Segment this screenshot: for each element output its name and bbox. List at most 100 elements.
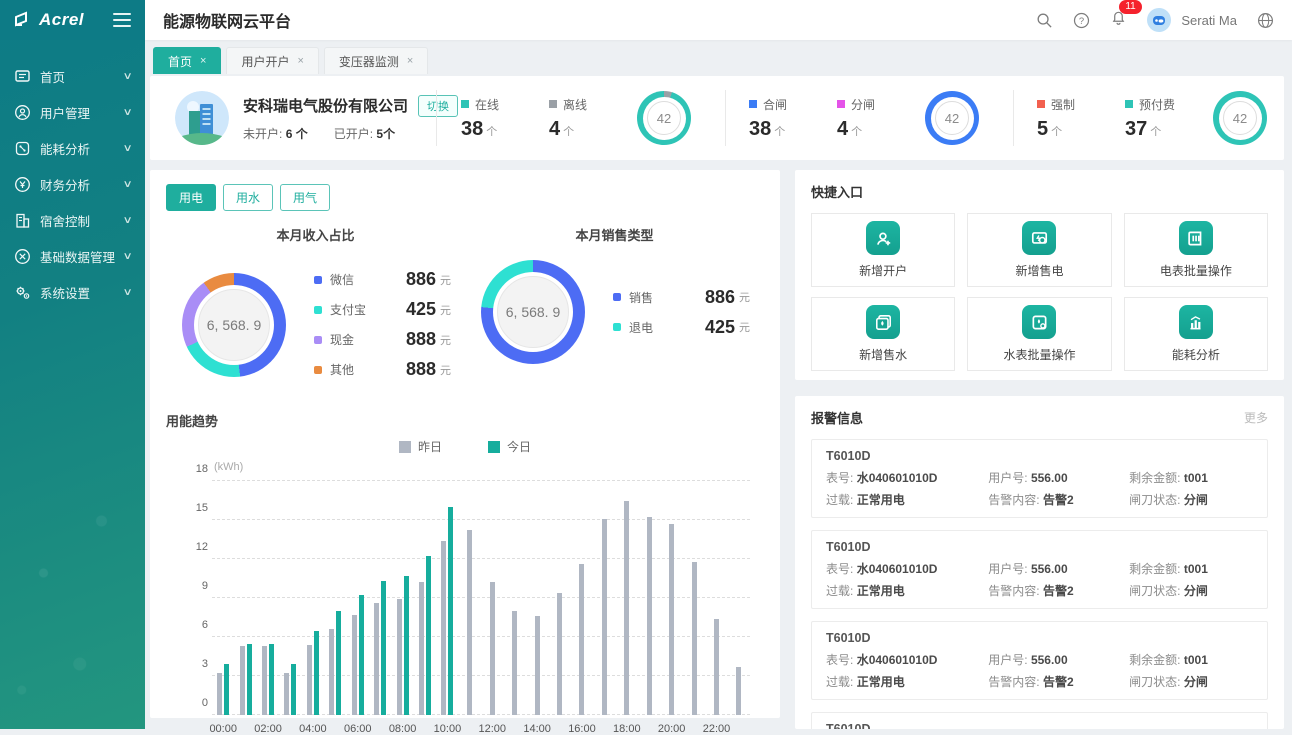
tab-1[interactable]: 首页× [153, 47, 221, 74]
sidebar-item-5[interactable]: 宿舍控制∨ [0, 202, 145, 238]
bar-yesterday [736, 667, 741, 715]
y-tick-label: 12 [188, 541, 208, 553]
legend-unit: 元 [440, 332, 451, 348]
y-tick-label: 0 [188, 697, 208, 709]
notifications-button[interactable]: 11 [1110, 9, 1127, 31]
x-tick-label: 18:00 [613, 723, 641, 735]
legend-square-icon [314, 276, 322, 284]
tab-3[interactable]: 变压器监测× [324, 47, 428, 74]
bar-yesterday [512, 611, 517, 715]
x-tick-label: 08:00 [389, 723, 417, 735]
chevron-down-icon: ∨ [122, 179, 132, 190]
bar-group-15:00 [548, 481, 570, 715]
alarm-item-1[interactable]: T6010D表号: 水040601010D用户号: 556.00剩余金额: t0… [811, 439, 1268, 518]
sidebar-item-4[interactable]: 财务分析∨ [0, 166, 145, 202]
bar-yesterday [307, 645, 312, 715]
help-icon[interactable]: ? [1073, 12, 1090, 29]
x-tick-label: 04:00 [299, 723, 327, 735]
alarm-field-label: 表号: [826, 562, 853, 576]
y-tick-label: 3 [188, 658, 208, 670]
topbar: 能源物联网云平台 ? 11 Serati Ma [145, 0, 1292, 40]
stat-label-text: 合闸 [763, 96, 787, 113]
base-data-icon [14, 248, 31, 265]
stat-label-text: 离线 [563, 96, 587, 113]
stat-label: 在线 [461, 96, 549, 113]
username[interactable]: Serati Ma [1181, 13, 1237, 28]
alarm-item-2[interactable]: T6010D表号: 水040601010D用户号: 556.00剩余金额: t0… [811, 530, 1268, 609]
utility-pill-用电[interactable]: 用电 [166, 184, 216, 211]
svg-text:?: ? [1079, 15, 1084, 26]
bar-group-08:00: 08:00 [391, 481, 413, 715]
alarm-field: 用户号: 556.00 [988, 469, 1129, 486]
bar-yesterday [467, 530, 472, 715]
alarm-field-label: 过载: [826, 493, 853, 507]
sidebar-item-label: 基础数据管理 [40, 247, 124, 266]
quick-entry-新增售水[interactable]: 新增售水 [811, 297, 955, 371]
search-icon[interactable] [1036, 12, 1053, 29]
tab-close-icon[interactable]: × [200, 55, 206, 67]
stat-label: 合闸 [749, 96, 837, 113]
sidebar-header: Acrel [0, 0, 145, 40]
donut-center-value: 42 [647, 101, 681, 135]
sidebar-item-6[interactable]: 基础数据管理∨ [0, 238, 145, 274]
chevron-down-icon: ∨ [122, 287, 132, 298]
energy-analysis-icon [14, 140, 31, 157]
quick-entry-能耗分析[interactable]: 能耗分析 [1124, 297, 1268, 371]
avatar[interactable] [1147, 8, 1171, 32]
stat-label: 离线 [549, 96, 637, 113]
quick-entry-新增售电[interactable]: 新增售电 [967, 213, 1111, 287]
alarm-title: 报警信息 [811, 408, 863, 427]
legend-square-icon [749, 100, 757, 108]
bar-today [359, 595, 364, 715]
legend-name: 退电 [629, 319, 681, 336]
legend-unit: 元 [440, 362, 451, 378]
alarm-field-value: 水040601010D [857, 562, 938, 576]
menu-toggle-icon[interactable] [113, 9, 131, 31]
alarm-field-label: 剩余金额: [1129, 562, 1180, 576]
dormitory-control-icon [14, 212, 31, 229]
alarm-field: 剩余金额: t001 [1129, 469, 1253, 486]
sidebar-item-3[interactable]: 能耗分析∨ [0, 130, 145, 166]
legend-item: 退电425元 [613, 317, 750, 338]
quick-entry-电表批量操作[interactable]: 电表批量操作 [1124, 213, 1268, 287]
bar-group-00:00: 00:00 [212, 481, 234, 715]
stat-label-text: 预付费 [1139, 96, 1175, 113]
utility-pill-用气[interactable]: 用气 [280, 184, 330, 211]
user-management-icon [14, 104, 31, 121]
tab-2[interactable]: 用户开户× [226, 47, 318, 74]
tab-close-icon[interactable]: × [407, 55, 413, 67]
stat-label-text: 分闸 [851, 96, 875, 113]
stat-unit: 个 [774, 126, 785, 138]
globe-icon[interactable] [1257, 12, 1274, 29]
bar-today [314, 631, 319, 716]
x-tick-label: 22:00 [703, 723, 731, 735]
legend-item: 其他888元 [314, 359, 451, 380]
bar-today [291, 664, 296, 715]
bar-group-21:00 [683, 481, 705, 715]
legend-unit: 元 [739, 319, 750, 335]
bar-yesterday [669, 524, 674, 715]
alarm-field-label: 用户号: [988, 471, 1027, 485]
pie-chart-2: 本月销售类型6, 568. 9销售886元退电425元 [465, 225, 764, 389]
y-tick-label: 9 [188, 580, 208, 592]
sidebar-item-7[interactable]: 系统设置∨ [0, 274, 145, 310]
alarm-field: 剩余金额: t001 [1129, 651, 1253, 668]
alarm-field-label: 闸刀状态: [1129, 675, 1180, 689]
stat-分闸: 分闸4个 [837, 96, 925, 141]
alarm-item-4[interactable]: T6010D表号: 水040601010D用户号: 556.00剩余金额: t0… [811, 712, 1268, 729]
legend-item: 销售886元 [613, 287, 750, 308]
alarm-field: 过载: 正常用电 [826, 491, 988, 508]
alarm-field: 过载: 正常用电 [826, 673, 988, 690]
sidebar-item-1[interactable]: 首页∨ [0, 58, 145, 94]
tab-close-icon[interactable]: × [297, 55, 303, 67]
legend-square-icon [461, 100, 469, 108]
legend-value: 886 [382, 269, 436, 290]
utility-pill-用水[interactable]: 用水 [223, 184, 273, 211]
sidebar-item-2[interactable]: 用户管理∨ [0, 94, 145, 130]
alarm-more-link[interactable]: 更多 [1244, 409, 1268, 426]
quick-entry-title: 快捷入口 [811, 182, 1268, 201]
alarm-item-3[interactable]: T6010D表号: 水040601010D用户号: 556.00剩余金额: t0… [811, 621, 1268, 700]
quick-entry-水表批量操作[interactable]: 水表批量操作 [967, 297, 1111, 371]
quick-entry-新增开户[interactable]: 新增开户 [811, 213, 955, 287]
bar-group-01:00 [234, 481, 256, 715]
